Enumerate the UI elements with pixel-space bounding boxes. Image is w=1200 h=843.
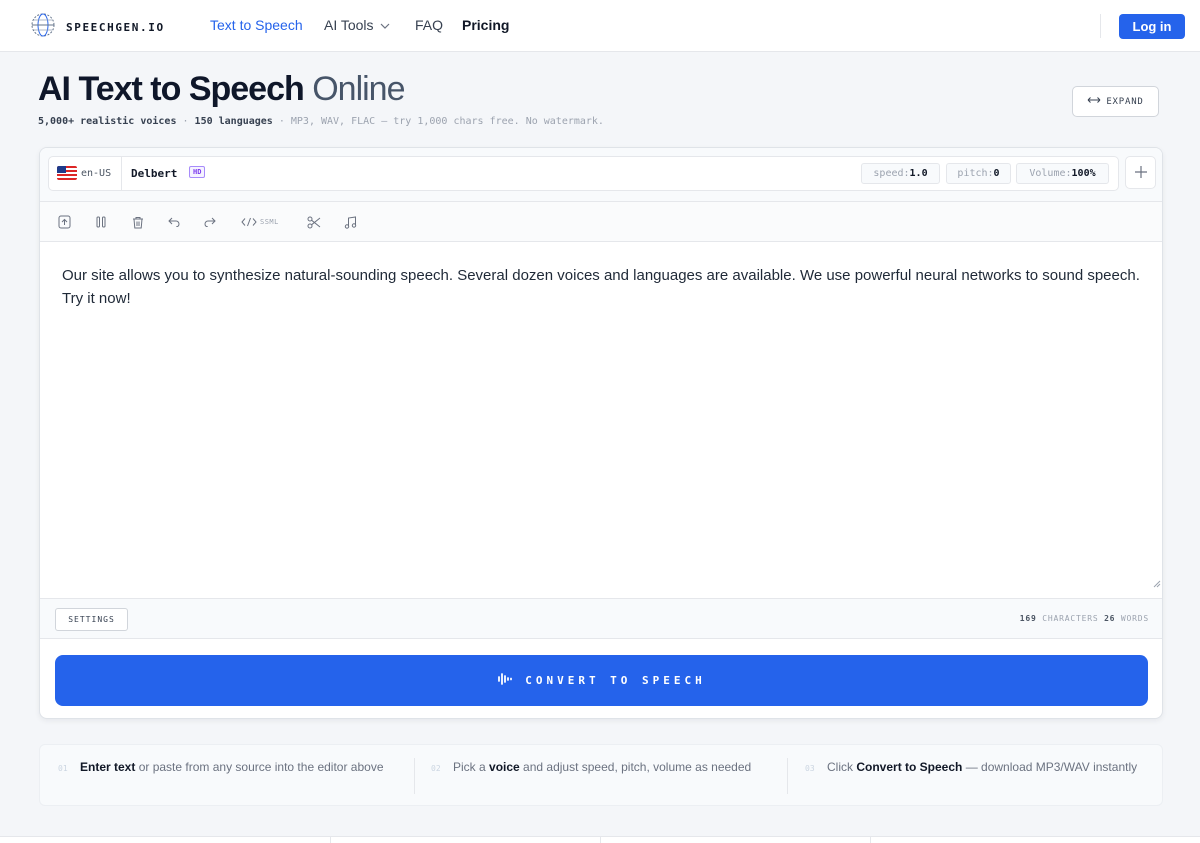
brand-name: SPEECHGEN.IO (66, 21, 165, 34)
subtitle-voices: 5,000+ realistic voices (38, 116, 177, 127)
code-icon (241, 217, 257, 227)
add-voice-button[interactable] (1125, 156, 1156, 189)
language-code: en-US (81, 168, 112, 179)
title-bold: AI Text to Speech (38, 70, 305, 108)
speed-value: 1.0 (909, 168, 928, 179)
text-editor[interactable]: Our site allows you to synthesize natura… (40, 242, 1162, 598)
redo-button[interactable] (204, 214, 216, 230)
volume-label: Volume: (1029, 168, 1072, 179)
nav-link-ai-tools[interactable]: AI Tools (324, 17, 390, 33)
convert-to-speech-button[interactable]: CONVERT TO SPEECH (55, 655, 1148, 706)
char-count: 169 (1019, 614, 1037, 623)
plus-icon (1134, 162, 1147, 183)
expand-arrows-icon (1087, 96, 1101, 107)
upload-icon (58, 215, 71, 229)
step-rest: — download MP3/WAV instantly (962, 760, 1138, 774)
step-pre: Click (827, 760, 857, 774)
step-text: Enter text or paste from any source into… (80, 759, 398, 776)
speed-control[interactable]: speed: 1.0 (861, 163, 940, 184)
speed-label: speed: (873, 168, 910, 179)
editor-card: en-US Delbert HD speed: 1.0 pitch: 0 Volum… (39, 147, 1163, 719)
music-button[interactable] (344, 214, 357, 230)
settings-button[interactable]: SETTINGS (55, 608, 128, 631)
convert-label: CONVERT TO SPEECH (525, 674, 706, 687)
editor-toolbar: SSML (40, 202, 1162, 242)
word-label: WORDS (1115, 614, 1149, 623)
nav-link-pricing[interactable]: Pricing (462, 17, 509, 33)
us-flag-icon (57, 166, 77, 180)
top-navbar: SPEECHGEN.IO Text to Speech AI Tools FAQ… (0, 0, 1200, 52)
nav-link-text-to-speech[interactable]: Text to Speech (210, 17, 303, 33)
step-rest: or paste from any source into the editor… (135, 760, 384, 774)
step-number: 01 (58, 764, 68, 773)
step-number: 03 (805, 764, 815, 773)
delete-button[interactable] (132, 214, 144, 230)
step-bold: Convert to Speech (856, 760, 963, 774)
step-text: Click Convert to Speech — download MP3/W… (827, 759, 1145, 776)
chevron-down-icon (377, 17, 390, 33)
subtitle-sep: · (176, 116, 195, 127)
nav-divider (1100, 14, 1101, 38)
strip-divider (330, 837, 331, 843)
volume-value: 100% (1071, 168, 1096, 179)
expand-button[interactable]: EXPAND (1072, 86, 1159, 117)
step-divider (414, 758, 415, 794)
title-light: Online (312, 70, 405, 108)
voice-divider (121, 157, 122, 190)
trash-icon (132, 216, 144, 229)
waveform-icon (497, 672, 513, 689)
volume-control[interactable]: Volume: 100% (1016, 163, 1109, 184)
ssml-button[interactable]: SSML (241, 214, 279, 230)
brand-logo[interactable]: SPEECHGEN.IO (30, 12, 165, 43)
pitch-control[interactable]: pitch: 0 (946, 163, 1011, 184)
resize-handle-icon[interactable] (1153, 572, 1161, 595)
hd-badge: HD (189, 166, 206, 178)
pause-icon (96, 216, 106, 228)
nav-link-ai-tools-label: AI Tools (324, 17, 374, 33)
ssml-label: SSML (260, 218, 279, 226)
step-rest: and adjust speed, pitch, volume as neede… (519, 760, 752, 774)
pitch-value: 0 (993, 168, 1000, 179)
cut-button[interactable] (307, 214, 321, 230)
text-counts: 169 CHARACTERS 26 WORDS (1020, 614, 1149, 623)
editor-footer: SETTINGS 169 CHARACTERS 26 WORDS (40, 598, 1162, 639)
expand-label: EXPAND (1106, 96, 1144, 107)
logo-globe-icon (30, 12, 56, 43)
hero-subtitle: 5,000+ realistic voices · 150 languages … (38, 116, 604, 127)
strip-divider (870, 837, 871, 843)
undo-button[interactable] (168, 214, 180, 230)
step-divider (787, 758, 788, 794)
subtitle-rest: · MP3, WAV, FLAC — try 1,000 chars free.… (272, 116, 604, 127)
voice-selector[interactable]: en-US Delbert HD speed: 1.0 pitch: 0 Volum… (48, 156, 1119, 191)
bottom-strip (0, 836, 1200, 843)
nav-link-faq[interactable]: FAQ (415, 17, 443, 33)
strip-divider (600, 837, 601, 843)
voice-settings-row: en-US Delbert HD speed: 1.0 pitch: 0 Volum… (40, 148, 1162, 202)
editor-text: Our site allows you to synthesize natura… (62, 267, 1140, 307)
subtitle-languages: 150 languages (194, 116, 273, 127)
how-it-works-steps: 01 Enter text or paste from any source i… (39, 744, 1163, 806)
step-number: 02 (431, 764, 441, 773)
page-title: AI Text to Speech Online (38, 70, 406, 109)
step-bold: voice (489, 760, 520, 774)
redo-icon (204, 217, 216, 227)
voice-name: Delbert (131, 167, 178, 180)
word-count: 26 (1104, 614, 1116, 623)
undo-icon (168, 217, 180, 227)
music-icon (344, 215, 357, 229)
step-text: Pick a voice and adjust speed, pitch, vo… (453, 759, 771, 776)
step-pre: Pick a (453, 760, 490, 774)
login-button[interactable]: Log in (1119, 14, 1185, 39)
step-bold: Enter text (80, 760, 136, 774)
char-label: CHARACTERS (1036, 614, 1105, 623)
upload-button[interactable] (58, 214, 71, 230)
pitch-label: pitch: (957, 168, 994, 179)
pause-button[interactable] (96, 214, 106, 230)
scissors-icon (307, 216, 321, 229)
